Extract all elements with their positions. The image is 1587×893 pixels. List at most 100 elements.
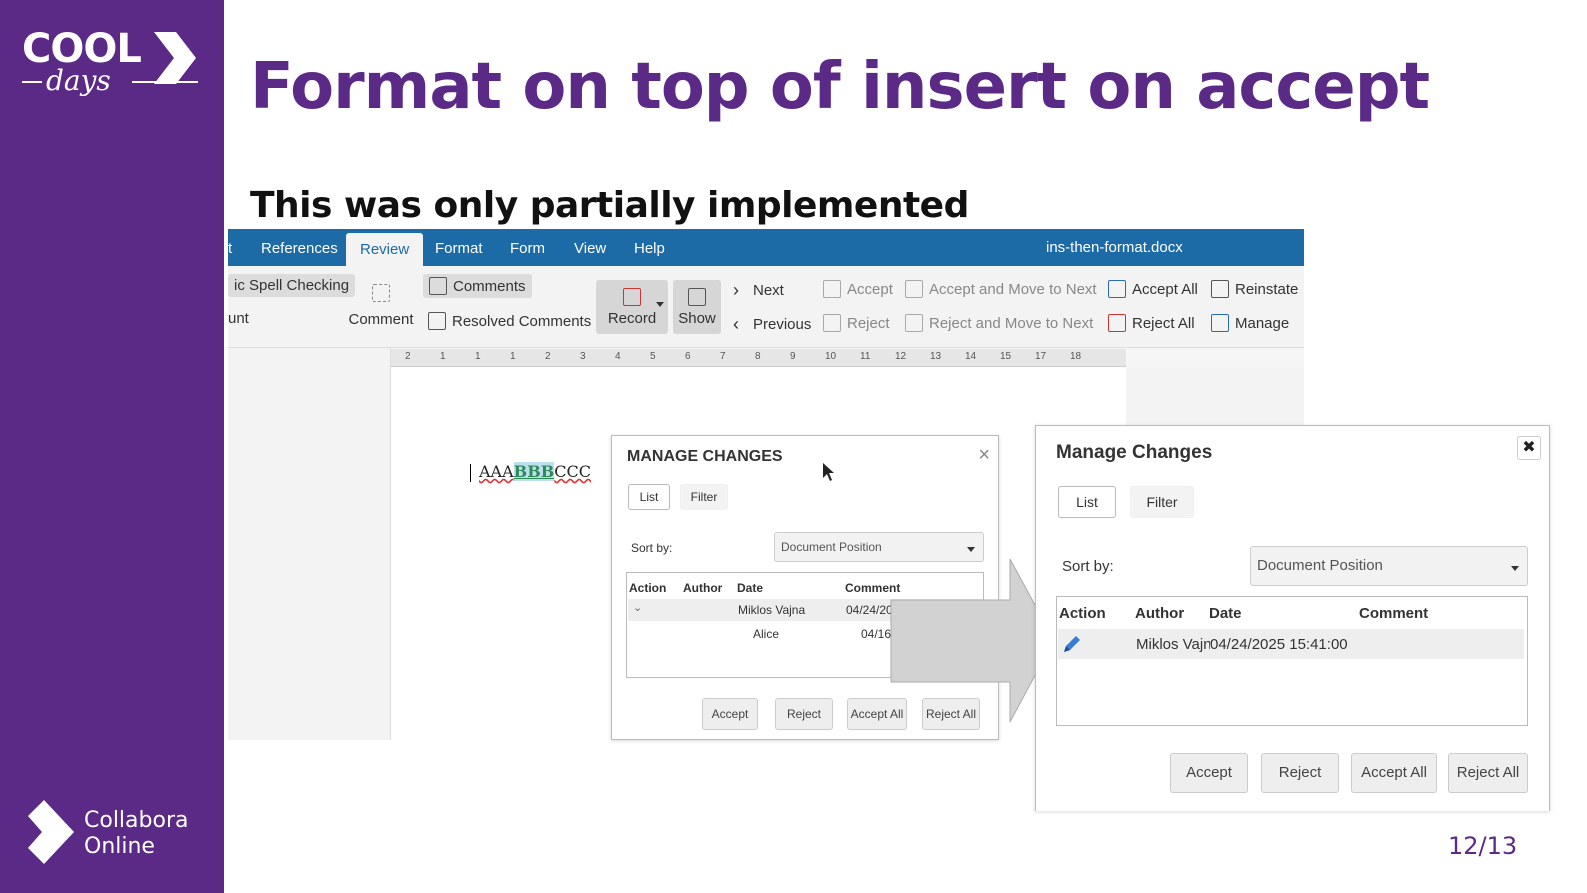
accept-move-icon [905, 280, 923, 298]
ruler-tick-label: 2 [545, 351, 551, 362]
collabora-diamond-icon [28, 800, 74, 864]
reject-all-icon [1108, 314, 1126, 332]
record-button[interactable]: Record [596, 280, 668, 334]
ruler[interactable]: 2 1 1 1 2 3 4 5 6 7 8 9 10 11 12 13 14 15 17 18 [391, 349, 1126, 367]
text-cursor [470, 463, 471, 482]
ruler-tick-label: 1 [440, 351, 446, 362]
ruler-tick-label: 1 [475, 351, 481, 362]
spell-checking-label: ic Spell Checking [234, 277, 350, 294]
reject-all-label: Reject All [1132, 314, 1195, 332]
spell-checking-button[interactable]: ic Spell Checking [228, 274, 356, 297]
row-author: Alice [753, 627, 780, 641]
resolved-comments-label: Resolved Comments [452, 312, 592, 330]
comment-button[interactable]: Comment [348, 278, 414, 334]
manage-icon [1211, 314, 1229, 332]
collabora-online-logo: Collabora Online [28, 800, 218, 866]
reject-all-button[interactable]: Reject All [1448, 753, 1528, 793]
ruler-tick-label: 13 [930, 351, 942, 362]
accept-button[interactable]: Accept [1170, 753, 1248, 793]
reject-button[interactable]: Reject [823, 314, 890, 332]
col-date: Date [1209, 605, 1242, 622]
comment-icon [372, 284, 390, 302]
logo-line-right [132, 81, 198, 83]
tab-view[interactable]: View [574, 229, 606, 266]
record-dropdown-icon[interactable] [656, 302, 664, 307]
row-author: Miklos Vajna [1136, 636, 1210, 653]
ruler-tick-label: 8 [755, 351, 761, 362]
row-author: Miklos Vajna [738, 603, 806, 617]
slide-title: Format on top of insert on accept [250, 50, 1430, 124]
col-action: Action [629, 581, 667, 595]
filter-tab[interactable]: Filter [680, 484, 728, 510]
tab-help[interactable]: Help [634, 229, 665, 266]
ruler-tick-label: 9 [790, 351, 796, 362]
reject-button[interactable]: Reject [775, 698, 833, 730]
ruler-tick-label: 17 [1035, 351, 1047, 362]
tab-references[interactable]: References [261, 229, 338, 266]
cool-days-logo: COOL days [22, 26, 202, 106]
sort-by-select[interactable]: Document Position [1250, 546, 1528, 586]
page-number: 12/13 [1448, 832, 1518, 860]
accept-all-label: Accept All [1132, 280, 1198, 298]
filter-tab[interactable]: Filter [1130, 486, 1194, 518]
tab-format[interactable]: Format [435, 229, 483, 266]
ruler-tick-label: 14 [965, 351, 977, 362]
ruler-tick-label: 2 [405, 351, 411, 362]
accept-button[interactable]: Accept [823, 280, 893, 298]
chevron-down-icon [967, 547, 975, 552]
accept-all-button[interactable]: Accept All [1108, 280, 1198, 298]
reinstate-button[interactable]: Reinstate [1211, 280, 1298, 298]
comments-button[interactable]: Comments [423, 274, 532, 298]
ruler-tick-label: 10 [825, 351, 837, 362]
accept-button[interactable]: Accept [702, 698, 758, 730]
ruler-tick-label: 6 [685, 351, 691, 362]
tab-partial[interactable]: t [228, 229, 232, 266]
reinstate-icon [1211, 280, 1229, 298]
tab-form[interactable]: Form [510, 229, 545, 266]
ruler-tick-label: 15 [1000, 351, 1012, 362]
document-name: ins-then-format.docx [1046, 239, 1183, 256]
resolved-comments-button[interactable]: Resolved Comments [428, 312, 591, 330]
show-button[interactable]: Show [673, 280, 721, 334]
close-icon[interactable]: ✖ [1517, 436, 1541, 460]
list-tab[interactable]: List [1058, 486, 1116, 518]
expand-chevron-icon[interactable]: ⌄ [633, 601, 642, 614]
text-before: AAA [479, 462, 514, 481]
accept-all-button[interactable]: Accept All [1351, 753, 1437, 793]
reject-icon [823, 314, 841, 332]
reject-and-move-button[interactable]: Reject and Move to Next [905, 314, 1093, 332]
word-count-button[interactable]: unt [228, 310, 249, 327]
review-ribbon: ic Spell Checking unt Comment Comments R… [228, 266, 1304, 348]
comment-label: Comment [348, 311, 414, 328]
sort-by-label: Sort by: [631, 541, 673, 555]
menu-tab-bar: t References Review Format Form View Hel… [228, 229, 1304, 266]
reject-button[interactable]: Reject [1261, 753, 1339, 793]
dialog-title: MANAGE CHANGES [627, 448, 783, 465]
ruler-tick-label: 4 [615, 351, 621, 362]
reject-all-button[interactable]: Reject All [1108, 314, 1195, 332]
document-left-margin [228, 348, 391, 740]
accept-icon [823, 280, 841, 298]
list-tab[interactable]: List [628, 484, 670, 510]
collabora-logo-text: Collabora Online [84, 808, 189, 859]
right-arrow-icon [890, 558, 1055, 723]
previous-change-button[interactable]: ‹ Previous [733, 314, 811, 335]
manage-button[interactable]: Manage [1211, 314, 1289, 332]
ruler-tick-label: 5 [650, 351, 656, 362]
dialog-title: Manage Changes [1056, 442, 1213, 463]
ruler-tick-label: 12 [895, 351, 907, 362]
comments-label: Comments [453, 277, 526, 295]
col-comment: Comment [1359, 605, 1429, 622]
next-change-button[interactable]: › Next [733, 280, 784, 301]
accept-and-move-label: Accept and Move to Next [929, 280, 1097, 298]
text-after: CCC [554, 462, 591, 481]
tab-review[interactable]: Review [346, 233, 424, 266]
ruler-tick-label: 11 [860, 351, 871, 362]
document-text[interactable]: AAABBBCCC [470, 462, 591, 482]
row-date: 04/24/2025 15:41:00 [1210, 636, 1348, 653]
close-icon[interactable]: × [978, 444, 990, 467]
tracked-change-text[interactable]: BBB [513, 462, 555, 481]
accept-and-move-button[interactable]: Accept and Move to Next [905, 280, 1097, 298]
resolved-comments-icon [428, 312, 446, 330]
chevron-down-icon [1511, 566, 1519, 571]
